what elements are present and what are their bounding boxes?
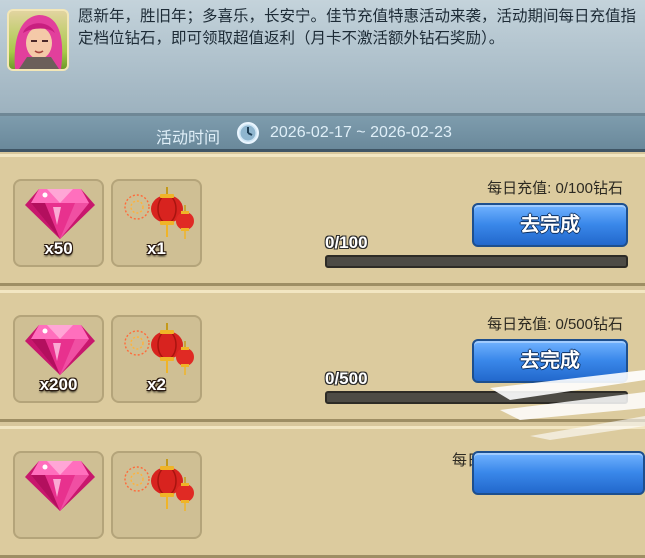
go-complete-button[interactable]	[472, 451, 645, 495]
progress-bar	[325, 255, 628, 268]
reward-quantity: x2	[147, 375, 166, 394]
reward-slot[interactable]: x1	[111, 179, 202, 267]
go-complete-button[interactable]: 去完成	[472, 339, 628, 383]
task-row: x200 x2 每日充值: 0/500钻石 去完成 0/500	[0, 290, 645, 422]
pink-diamond-icon	[23, 321, 97, 377]
go-complete-button[interactable]: 去完成	[472, 203, 628, 247]
reward-slot[interactable]: x50	[13, 179, 104, 267]
task-row: 每日	[0, 426, 645, 558]
event-time-range: 2026-02-17 ~ 2026-02-23	[270, 124, 452, 141]
event-intro-text: 愿新年，胜旧年；多喜乐，长安宁。佳节充值特惠活动来袭，活动期间每日充值指定档位钻…	[78, 8, 637, 47]
event-header: 愿新年，胜旧年；多喜乐，长安宁。佳节充值特惠活动来袭，活动期间每日充值指定档位钻…	[0, 0, 645, 116]
firecracker-lantern-icon	[121, 457, 195, 513]
firecracker-lantern-icon	[121, 185, 195, 241]
firecracker-lantern-icon	[121, 321, 195, 377]
pink-diamond-icon	[23, 457, 97, 513]
event-time-label: 活动时间	[156, 130, 221, 147]
task-row: x50 x1 每日充值: 0/100钻石 去完成 0/100	[0, 154, 645, 286]
event-time-bar: 活动时间 2026-02-17 ~ 2026-02-23	[0, 116, 645, 152]
reward-quantity: x1	[147, 239, 166, 258]
hero-avatar-icon	[7, 9, 69, 71]
reward-slot[interactable]: x2	[111, 315, 202, 403]
progress-text: 0/500	[325, 369, 368, 388]
reward-quantity: x50	[44, 239, 73, 258]
pink-diamond-icon	[23, 185, 97, 241]
clock-icon	[236, 121, 260, 145]
reward-quantity: x200	[39, 375, 78, 394]
progress-bar	[325, 391, 628, 404]
task-requirement: 每日充值: 0/500钻石	[487, 316, 623, 333]
reward-slot[interactable]: x200	[13, 315, 104, 403]
task-requirement: 每日充值: 0/100钻石	[487, 180, 623, 197]
reward-slot[interactable]	[111, 451, 202, 539]
progress-text: 0/100	[325, 233, 368, 252]
reward-slot[interactable]	[13, 451, 104, 539]
